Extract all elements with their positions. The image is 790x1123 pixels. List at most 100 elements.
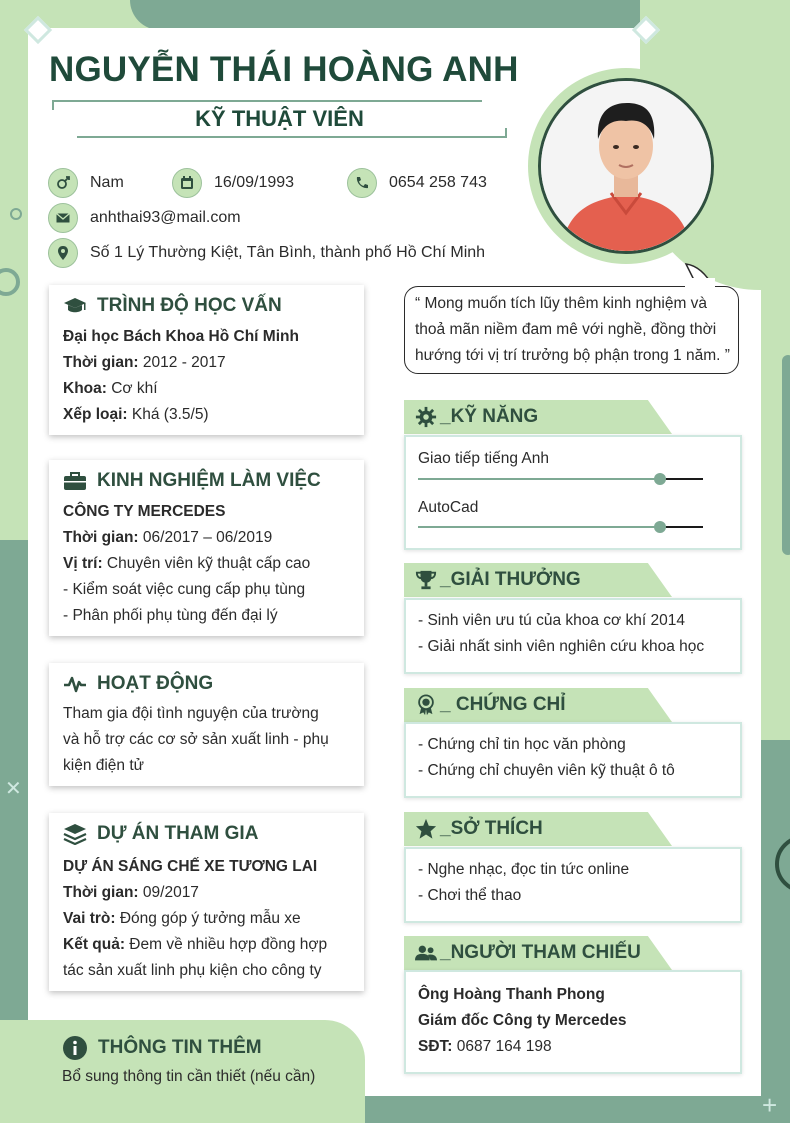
hobbies-title: _SỞ THÍCH [440, 818, 543, 839]
phone-icon [347, 168, 377, 198]
quote-line: “ Mong muốn tích lũy thêm kinh nghiệm và [415, 295, 708, 312]
job-title-box: KỸ THUẬT VIÊN [52, 100, 507, 138]
duty-item: - Kiểm soát việc cung cấp phụ tùng [63, 581, 306, 598]
time-value: 09/2017 [138, 884, 199, 901]
calendar-icon [172, 168, 202, 198]
bubble-joint [685, 278, 715, 288]
gender-row: Nam [48, 168, 124, 198]
extra-info-title: THÔNG TIN THÊM [98, 1037, 262, 1058]
phone-row: 0654 258 743 [347, 168, 487, 198]
ring-decoration [10, 208, 22, 220]
skill-bar [418, 521, 703, 533]
faculty-label: Khoa: [63, 380, 107, 397]
time-label: Thời gian: [63, 529, 139, 546]
awards-tab: _GIẢI THƯỞNG [404, 563, 672, 597]
skills-tab: _KỸ NĂNG [404, 400, 672, 434]
bg-right-bar [782, 355, 790, 555]
layers-icon [63, 824, 87, 845]
certificates-tab: _ CHỨNG CHỈ [404, 688, 672, 722]
hobbies-box: - Nghe nhạc, đọc tin tức online - Chơi t… [404, 847, 742, 923]
job-title: KỸ THUẬT VIÊN [195, 106, 364, 131]
activities-line: kiện điện tử [63, 757, 145, 774]
result-value-continued: tác sản xuất linh phụ kiện cho công ty [63, 962, 322, 979]
hobby-item: - Chơi thể thao [418, 887, 522, 904]
profile-photo [538, 78, 714, 254]
extra-info-heading: THÔNG TIN THÊM [62, 1035, 262, 1061]
activities-heading: HOẠT ĐỘNG [63, 673, 213, 695]
email-row: anhthai93@mail.com [48, 203, 241, 233]
reference-phone-value: 0687 164 198 [452, 1038, 552, 1055]
school-name: Đại học Bách Khoa Hồ Chí Minh [63, 328, 299, 345]
awards-box: - Sinh viên ưu tú của khoa cơ khí 2014 -… [404, 598, 742, 674]
badge-icon [418, 694, 434, 716]
bg-top-dark-band [130, 0, 670, 30]
faculty-value: Cơ khí [106, 380, 158, 397]
gender-icon [48, 168, 78, 198]
graduation-cap-icon [64, 298, 86, 313]
activities-title: HOẠT ĐỘNG [97, 673, 214, 694]
plus-decoration: + [762, 1090, 778, 1120]
references-tab: _NGƯỜI THAM CHIẾU [404, 936, 672, 970]
hobby-item: - Nghe nhạc, đọc tin tức online [418, 861, 630, 878]
duty-item: - Phân phối phụ tùng đến đại lý [63, 607, 278, 624]
location-pin-icon [48, 238, 78, 268]
award-item: - Giải nhất sinh viên nghiên cứu khoa họ… [418, 638, 705, 655]
experience-title: KINH NGHIỆM LÀM VIỆC [97, 470, 321, 491]
birthday-row: 16/09/1993 [172, 168, 294, 198]
rank-value: Khá (3.5/5) [127, 406, 209, 423]
portrait-illustration [541, 81, 711, 251]
projects-title: DỰ ÁN THAM GIA [97, 823, 259, 844]
skill-bar-handle [654, 521, 667, 533]
address-row: Số 1 Lý Thường Kiệt, Tân Bình, thành phố… [48, 238, 485, 268]
hobbies-tab: _SỞ THÍCH [404, 812, 672, 846]
reference-role: Giám đốc Công ty Mercedes [418, 1012, 627, 1029]
gender-value: Nam [90, 174, 124, 191]
email-value: anhthai93@mail.com [90, 209, 241, 226]
gear-icon [415, 406, 437, 428]
birthday-value: 16/09/1993 [214, 174, 295, 191]
skills-title: _KỸ NĂNG [440, 406, 539, 427]
skill-bar-handle [654, 473, 667, 485]
briefcase-icon [64, 472, 86, 490]
time-value: 2012 - 2017 [138, 354, 226, 371]
activities-line: Tham gia đội tình nguyện của trường [63, 705, 319, 722]
result-value: Đem về nhiều hợp đồng hợp [125, 936, 328, 953]
certificate-item: - Chứng chỉ tin học văn phòng [418, 736, 626, 753]
experience-body: CÔNG TY MERCEDES Thời gian: 06/2017 – 06… [63, 499, 310, 629]
cv-page: ✕ + NGUYỄN THÁI HOÀNG ANH KỸ THUẬT VIÊN [0, 0, 790, 1123]
career-objective: “ Mong muốn tích lũy thêm kinh nghiệm và… [404, 286, 739, 374]
time-label: Thời gian: [63, 354, 139, 371]
education-body: Đại học Bách Khoa Hồ Chí Minh Thời gian:… [63, 324, 299, 428]
skill-bar-fill [418, 526, 661, 528]
activities-body: Tham gia đội tình nguyện của trường và h… [63, 701, 329, 779]
projects-card: DỰ ÁN THAM GIA DỰ ÁN SÁNG CHẾ XE TƯƠNG L… [49, 813, 364, 991]
skill-bar-fill [418, 478, 661, 480]
skills-box: Giao tiếp tiếng Anh AutoCad [404, 435, 742, 550]
position-value: Chuyên viên kỹ thuật cấp cao [102, 555, 311, 572]
info-icon [63, 1036, 87, 1060]
quote-line: hướng tới vị trí trưởng bộ phận trong 1 … [415, 347, 730, 364]
mail-icon [48, 203, 78, 233]
heartbeat-icon [64, 676, 86, 693]
education-heading: TRÌNH ĐỘ HỌC VẤN [63, 295, 282, 317]
phone-value: 0654 258 743 [389, 174, 487, 191]
quote-line: thoả mãn niềm đam mê với nghề, đồng thời [415, 321, 717, 338]
role-value: Đóng góp ý tưởng mẫu xe [115, 910, 301, 927]
certificates-title: _ CHỨNG CHỈ [440, 694, 566, 715]
project-name: DỰ ÁN SÁNG CHẾ XE TƯƠNG LAI [63, 858, 318, 875]
time-value: 06/2017 – 06/2019 [138, 529, 273, 546]
time-label: Thời gian: [63, 884, 139, 901]
references-title: _NGƯỜI THAM CHIẾU [440, 942, 641, 963]
users-icon [415, 945, 437, 961]
rank-label: Xếp loại: [63, 406, 128, 423]
reference-phone-label: SĐT: [418, 1038, 453, 1055]
projects-body: DỰ ÁN SÁNG CHẾ XE TƯƠNG LAI Thời gian: 0… [63, 854, 327, 984]
education-title: TRÌNH ĐỘ HỌC VẤN [97, 295, 282, 316]
projects-heading: DỰ ÁN THAM GIA [63, 823, 258, 845]
result-label: Kết quả: [63, 936, 125, 953]
education-card: TRÌNH ĐỘ HỌC VẤN Đại học Bách Khoa Hồ Ch… [49, 285, 364, 435]
title-line [77, 136, 507, 138]
company-name: CÔNG TY MERCEDES [63, 503, 226, 520]
skill-label: AutoCad [418, 499, 479, 516]
extra-info-text: Bổ sung thông tin cần thiết (nếu cần) [62, 1068, 316, 1085]
